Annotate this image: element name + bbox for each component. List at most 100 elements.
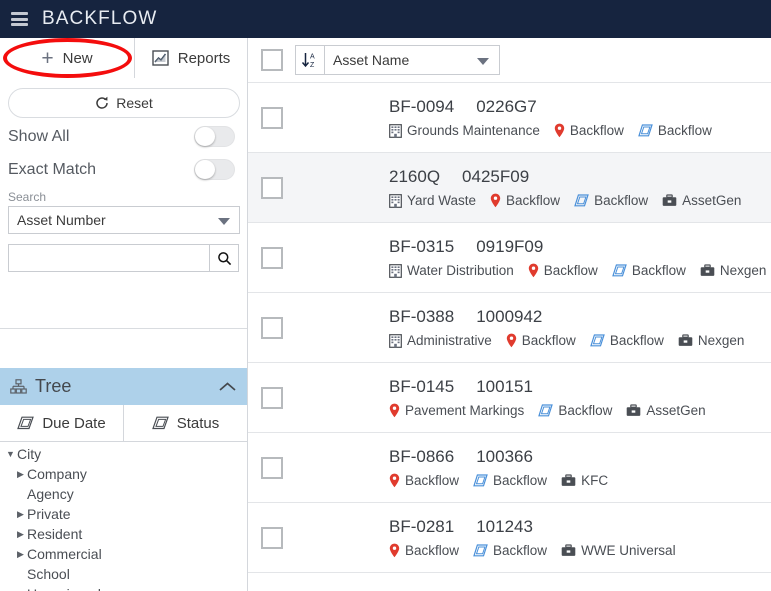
row-checkbox[interactable] bbox=[261, 316, 283, 339]
tree-section-title: Tree bbox=[35, 376, 72, 396]
tree-node[interactable]: ▼ City bbox=[0, 444, 247, 464]
row-checkbox[interactable] bbox=[261, 526, 283, 549]
sidebar-filters: Reset Show All Exact Match Search Asset … bbox=[0, 78, 247, 272]
asset-row[interactable]: 2160Q 0425F09 Yard Waste Backflow Backflow As… bbox=[248, 153, 771, 223]
tree-node[interactable]: ▶ Commercial bbox=[0, 544, 247, 564]
asset-row-title: BF-0388 1000942 bbox=[389, 307, 744, 327]
caret-right-icon[interactable]: ▶ bbox=[14, 529, 27, 539]
asset-meta-label: Backflow bbox=[521, 333, 576, 348]
hamburger-menu-icon[interactable] bbox=[11, 12, 28, 26]
tab-due-date-label: Due Date bbox=[42, 414, 106, 432]
asset-row-title: BF-0315 0919F09 bbox=[389, 237, 766, 257]
briefcase-icon bbox=[700, 264, 715, 277]
reports-button[interactable]: Reports bbox=[134, 38, 247, 78]
asset-meta-item: Yard Waste bbox=[389, 193, 476, 208]
asset-number: 0919F09 bbox=[476, 237, 544, 256]
asset-meta-item: Nexgen bbox=[678, 333, 745, 348]
asset-meta-item: Grounds Maintenance bbox=[389, 123, 540, 138]
asset-meta-label: Backflow bbox=[405, 473, 460, 488]
sort-field-select[interactable]: Asset Name bbox=[325, 45, 500, 75]
search-submit-button[interactable] bbox=[209, 244, 239, 272]
tag-icon bbox=[638, 124, 653, 137]
asset-row-content: BF-0094 0226G7 Grounds Maintenance Backflow… bbox=[389, 97, 712, 138]
asset-row-content: BF-0145 100151 Pavement Markings Backflow As… bbox=[389, 377, 706, 418]
caret-down-icon[interactable]: ▼ bbox=[4, 449, 17, 459]
asset-row-meta: Pavement Markings Backflow AssetGen bbox=[389, 403, 706, 418]
search-section-label: Search bbox=[8, 190, 47, 204]
tree-tabs: Due Date Status bbox=[0, 405, 247, 442]
asset-row-content: BF-0866 100366 Backflow Backflow KFC bbox=[389, 447, 608, 488]
asset-meta-item: Backflow bbox=[528, 263, 598, 278]
asset-row-meta: Backflow Backflow KFC bbox=[389, 473, 608, 488]
row-checkbox[interactable] bbox=[261, 456, 283, 479]
tree-section-header[interactable]: Tree bbox=[0, 368, 247, 405]
tab-due-date[interactable]: Due Date bbox=[0, 405, 123, 441]
asset-meta-label: Yard Waste bbox=[407, 193, 477, 208]
asset-meta-label: Backflow bbox=[493, 473, 548, 488]
chart-report-icon bbox=[152, 50, 169, 66]
tree-node[interactable]: ▶ Company bbox=[0, 464, 247, 484]
tree-node-label: Private bbox=[27, 506, 71, 522]
asset-id: BF-0145 bbox=[389, 377, 455, 396]
row-checkbox[interactable] bbox=[261, 246, 283, 269]
asset-meta-item: Pavement Markings bbox=[389, 403, 524, 418]
refresh-icon bbox=[95, 96, 109, 110]
show-all-toggle[interactable] bbox=[194, 126, 235, 147]
asset-row[interactable]: BF-0866 100366 Backflow Backflow KFC bbox=[248, 433, 771, 503]
asset-meta-label: Pavement Markings bbox=[405, 403, 525, 418]
reset-button[interactable]: Reset bbox=[8, 88, 240, 118]
asset-id: BF-0094 bbox=[389, 97, 455, 116]
row-checkbox[interactable] bbox=[261, 386, 283, 409]
sort-direction-button[interactable]: A Z bbox=[295, 45, 325, 75]
asset-row[interactable]: BF-0094 0226G7 Grounds Maintenance Backflow… bbox=[248, 83, 771, 153]
select-all-checkbox[interactable] bbox=[261, 49, 283, 71]
tag-icon bbox=[17, 416, 35, 430]
tree-node[interactable]: School bbox=[0, 564, 247, 584]
asset-meta-item: Backflow bbox=[473, 543, 547, 558]
asset-meta-item: Water Distribution bbox=[389, 263, 514, 278]
asset-row[interactable]: BF-0281 101243 Backflow Backflow WWE Univers… bbox=[248, 503, 771, 573]
building-icon bbox=[389, 263, 402, 278]
search-field-select[interactable]: Asset Number bbox=[8, 206, 240, 234]
asset-meta-item: Backflow bbox=[554, 123, 624, 138]
chevron-down-icon bbox=[477, 58, 489, 65]
tag-icon bbox=[589, 334, 605, 347]
exact-match-label: Exact Match bbox=[8, 160, 97, 178]
map-pin-icon bbox=[554, 123, 565, 138]
asset-row[interactable]: BF-0315 0919F09 Water Distribution Backflow… bbox=[248, 223, 771, 293]
asset-meta-item: Backflow bbox=[389, 543, 459, 558]
asset-meta-item: Backflow bbox=[538, 403, 612, 418]
map-pin-icon bbox=[506, 333, 517, 348]
tree-node[interactable]: ▶Unassigned bbox=[0, 584, 247, 591]
row-checkbox[interactable] bbox=[261, 176, 283, 199]
show-all-label: Show All bbox=[8, 127, 70, 145]
search-input[interactable] bbox=[8, 244, 210, 272]
caret-right-icon[interactable]: ▶ bbox=[14, 469, 27, 479]
sidebar-divider bbox=[0, 328, 247, 329]
asset-meta-label: Nexgen bbox=[697, 333, 745, 348]
app-root: BACKFLOW + New Reports Reset Show All Ex… bbox=[0, 0, 771, 591]
asset-row[interactable]: BF-0145 100151 Pavement Markings Backflow As… bbox=[248, 363, 771, 433]
new-button[interactable]: + New bbox=[0, 38, 134, 78]
tag-icon bbox=[473, 544, 488, 557]
tree-node[interactable]: ▶ Resident bbox=[0, 524, 247, 544]
asset-row-meta: Backflow Backflow WWE Universal bbox=[389, 543, 676, 558]
building-icon bbox=[389, 333, 402, 348]
exact-match-toggle-knob bbox=[195, 160, 215, 179]
asset-number: 1000942 bbox=[476, 307, 543, 326]
row-checkbox[interactable] bbox=[261, 106, 283, 129]
chevron-up-icon[interactable] bbox=[218, 381, 237, 393]
exact-match-toggle[interactable] bbox=[194, 159, 235, 180]
tree-node[interactable]: Agency bbox=[0, 484, 247, 504]
asset-row-content: BF-0315 0919F09 Water Distribution Backflow… bbox=[389, 237, 766, 278]
asset-meta-item: Backflow bbox=[611, 263, 686, 278]
tree-node[interactable]: ▶ Private bbox=[0, 504, 247, 524]
asset-row[interactable]: BF-0388 1000942 Administrative Backflow Back… bbox=[248, 293, 771, 363]
caret-right-icon[interactable]: ▶ bbox=[14, 509, 27, 519]
tab-status[interactable]: Status bbox=[123, 405, 247, 441]
caret-right-icon[interactable]: ▶ bbox=[14, 549, 27, 559]
asset-meta-item: Backflow bbox=[589, 333, 664, 348]
asset-meta-label: Backflow bbox=[493, 543, 548, 558]
sort-field-select-value: Asset Name bbox=[333, 52, 410, 68]
asset-meta-item: Backflow bbox=[473, 473, 547, 488]
